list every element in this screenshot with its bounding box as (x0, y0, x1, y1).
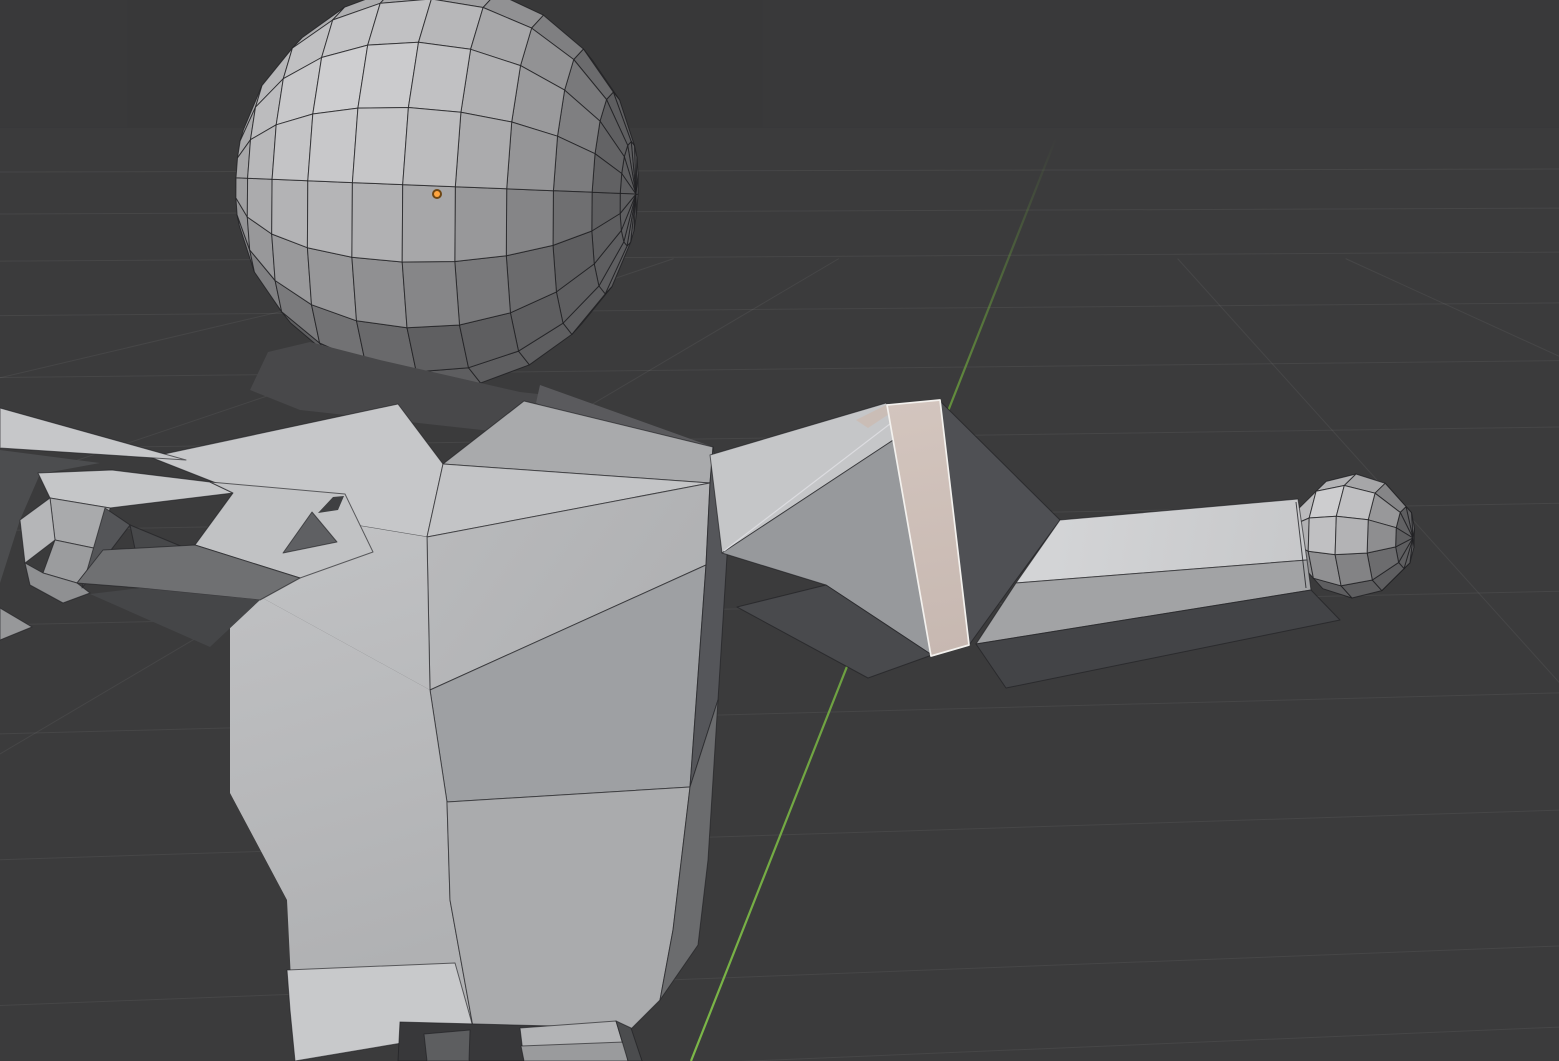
origin-dot-core (434, 191, 440, 197)
mesh-face (308, 108, 358, 183)
mesh-face (402, 185, 455, 262)
mesh-face (455, 187, 507, 262)
mesh-face (408, 42, 470, 112)
mesh-face (307, 181, 352, 257)
viewport-canvas[interactable] (0, 0, 1559, 1061)
horizon-dark-band (0, 0, 1559, 128)
mesh-face (352, 108, 408, 185)
mesh-face (403, 108, 461, 187)
mesh-face (455, 112, 511, 189)
mesh-face (455, 256, 511, 325)
mesh-face (402, 262, 459, 328)
mesh-face (272, 114, 313, 181)
blender-3d-viewport[interactable] (0, 0, 1559, 1061)
mesh-face (1335, 553, 1372, 586)
mesh-face (1335, 516, 1368, 554)
mesh-face (352, 183, 403, 262)
mesh-face (352, 257, 407, 327)
character-legs[interactable] (398, 1021, 642, 1061)
object-origin-dot (432, 189, 442, 199)
mesh-face (1308, 516, 1336, 554)
bottom-center-right (447, 787, 690, 1030)
mesh-face (506, 189, 553, 256)
mesh-face (407, 325, 469, 372)
left-leg-face (424, 1030, 470, 1061)
